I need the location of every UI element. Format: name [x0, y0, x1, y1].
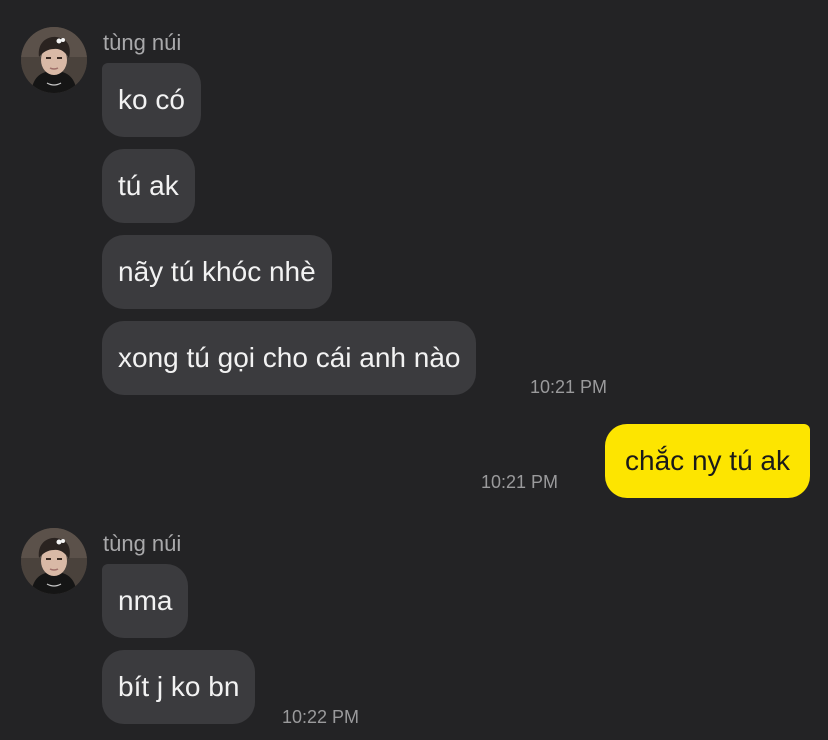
- sender-name: tùng núi: [103, 531, 182, 556]
- incoming-message-bubble[interactable]: bít j ko bn: [102, 650, 256, 724]
- message-timestamp: 10:22 PM: [282, 707, 360, 727]
- sender-name: tùng núi: [103, 30, 182, 55]
- incoming-message-bubble[interactable]: xong tú gọi cho cái anh nào: [102, 321, 477, 395]
- incoming-message-bubble[interactable]: ko có: [102, 63, 201, 137]
- message-timestamp: 10:21 PM: [481, 472, 559, 492]
- incoming-message-bubble[interactable]: nma: [102, 564, 189, 638]
- outgoing-message-bubble[interactable]: chắc ny tú ak: [605, 424, 810, 498]
- message-timestamp: 10:21 PM: [530, 377, 608, 397]
- incoming-message-bubble[interactable]: nãy tú khóc nhè: [102, 235, 332, 309]
- sender-avatar[interactable]: [21, 27, 87, 93]
- incoming-message-bubble[interactable]: tú ak: [102, 149, 195, 223]
- sender-avatar[interactable]: [21, 528, 87, 594]
